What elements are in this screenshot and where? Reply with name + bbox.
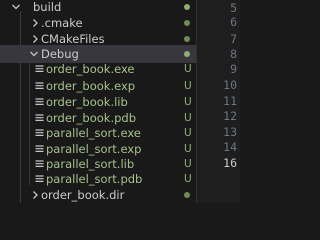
line-number: 11	[223, 94, 237, 108]
tree-item-label: .cmake	[41, 16, 83, 30]
git-status-dot	[184, 36, 190, 42]
file-explorer: build .cmake CMakeFiles Debug order_book…	[0, 0, 196, 203]
chevron-right-icon	[33, 19, 38, 27]
git-status-badge: U	[184, 96, 192, 108]
chevron-right-icon	[33, 191, 38, 199]
file-lines-icon	[35, 65, 44, 72]
line-number: 13	[223, 125, 237, 139]
tree-item-label: parallel_sort.pdb	[46, 172, 143, 186]
line-number: 14	[223, 140, 237, 154]
file-lines-icon	[35, 129, 44, 136]
tree-item-label: order_book.exp	[46, 79, 136, 93]
line-number: 12	[223, 109, 237, 123]
file-lines-icon	[35, 175, 44, 182]
line-number-gutter: 5 6 7 8 9 10 11 12 13 14 15 16	[197, 0, 240, 203]
vscode-window: build .cmake CMakeFiles Debug order_book…	[0, 0, 240, 203]
file-lines-icon	[35, 82, 44, 89]
tree-item-label: order_book.dir	[41, 188, 125, 202]
git-status-dot	[184, 4, 190, 10]
line-number-active: 16	[223, 156, 237, 170]
file-lines-icon	[35, 145, 44, 152]
chevron-down-icon	[12, 4, 20, 10]
file-lines-icon	[35, 160, 44, 167]
git-status-badge: U	[184, 80, 192, 92]
line-number: 10	[223, 78, 237, 92]
git-status-dot	[184, 192, 190, 198]
line-number: 9	[230, 62, 237, 76]
line-number: 8	[230, 47, 237, 61]
tree-item-label: parallel_sort.exe	[46, 126, 141, 140]
git-status-badge: U	[184, 173, 192, 185]
chevron-down-icon	[30, 51, 38, 57]
tree-item-order-book-dir[interactable]: order_book.dir	[0, 186, 196, 203]
git-status-badge: U	[184, 63, 192, 75]
tree-item-label: build	[33, 0, 62, 14]
tree-item-label: order_book.lib	[46, 95, 128, 109]
git-status-dot	[184, 51, 190, 57]
tree-item-label: order_book.exe	[46, 62, 135, 76]
git-status-badge: U	[184, 127, 192, 139]
line-number: 7	[230, 32, 237, 46]
file-lines-icon	[35, 98, 44, 105]
line-number: 6	[230, 15, 237, 29]
git-status-dot	[184, 20, 190, 26]
chevron-right-icon	[33, 35, 38, 43]
file-lines-icon	[35, 114, 44, 121]
tree-item-file[interactable]: order_book.exe U	[0, 60, 196, 78]
